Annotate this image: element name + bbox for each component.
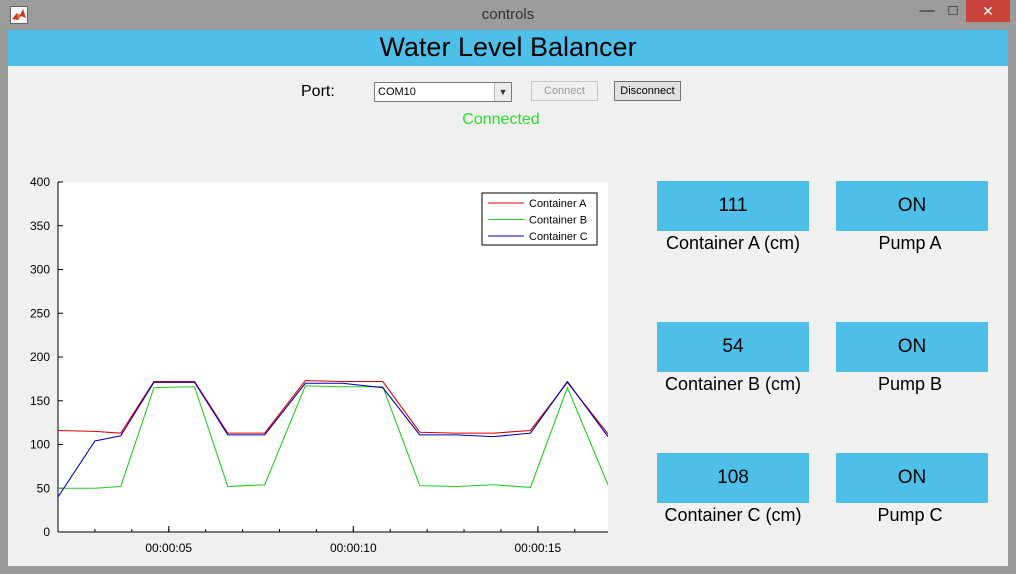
container-c-label: Container C (cm) [664, 505, 802, 525]
client-area: Water Level Balancer Port: COM10 ▼ Conne… [8, 30, 1008, 566]
container-a-label: Container A (cm) [665, 233, 801, 253]
container-c-level: 108 [657, 453, 809, 503]
y-tick-label: 350 [30, 219, 50, 233]
app-window: controls — □ ✕ Water Level Balancer Port… [0, 0, 1016, 574]
maximize-button[interactable]: □ [940, 0, 966, 22]
water-level-chart[interactable]: 0 50 100 150 200 250 300 350 400 00:00:05 00:00:1… [8, 170, 628, 562]
x-tick-label: 00:00:05 [145, 541, 192, 555]
port-value: COM10 [378, 86, 416, 98]
y-tick-label: 50 [37, 481, 51, 495]
title-banner: Water Level Balancer [8, 30, 1008, 66]
y-tick-label: 200 [30, 350, 50, 364]
pump-b-label: Pump B [877, 374, 943, 394]
y-tick-label: 150 [30, 394, 50, 408]
legend-label: Container C [529, 231, 588, 243]
y-tick-label: 100 [30, 438, 50, 452]
x-tick-label: 00:00:15 [515, 541, 562, 555]
container-a-level: 111 [657, 181, 809, 231]
port-dropdown[interactable]: COM10 ▼ [374, 82, 512, 102]
pump-b-state[interactable]: ON [836, 322, 988, 372]
y-tick-label: 400 [30, 175, 50, 189]
y-tick-label: 300 [30, 263, 50, 277]
pump-a-label: Pump A [878, 233, 942, 253]
chevron-down-icon[interactable]: ▼ [494, 83, 511, 101]
app-title: Water Level Balancer [379, 32, 637, 62]
window-title: controls [481, 6, 535, 23]
y-tick-label: 250 [30, 306, 50, 320]
minimize-button[interactable]: — [914, 0, 940, 22]
legend-label: Container A [529, 198, 587, 210]
pump-c-label: Pump C [877, 505, 943, 525]
port-label: Port: [301, 83, 335, 100]
container-b-label: Container B (cm) [664, 374, 802, 394]
connection-status: Connected [462, 111, 540, 128]
legend-label: Container B [529, 215, 587, 227]
container-b-level: 54 [657, 322, 809, 372]
connect-button[interactable]: Connect [531, 81, 598, 101]
y-tick-label: 0 [43, 525, 50, 539]
pump-c-state[interactable]: ON [836, 453, 988, 503]
close-button[interactable]: ✕ [966, 0, 1010, 22]
pump-a-state[interactable]: ON [836, 181, 988, 231]
title-bar[interactable]: controls — □ ✕ [0, 0, 1016, 28]
x-tick-label: 00:00:10 [330, 541, 377, 555]
disconnect-button[interactable]: Disconnect [614, 81, 681, 101]
